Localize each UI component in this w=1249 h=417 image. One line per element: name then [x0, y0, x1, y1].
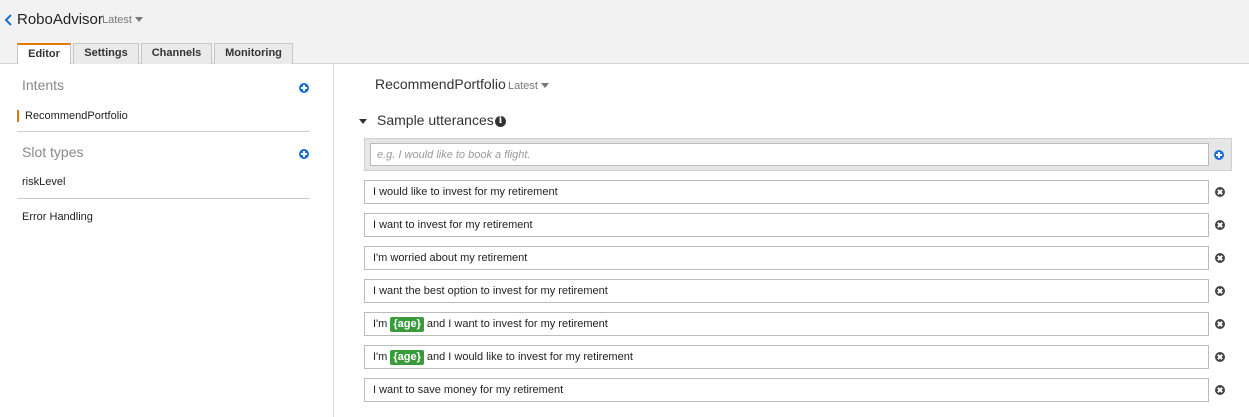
- sample-utterances-heading: Sample utterances: [377, 112, 494, 128]
- utterance-text: I want the best option to invest for my …: [373, 285, 608, 297]
- bot-version-label: Latest: [102, 14, 132, 26]
- remove-utterance-icon[interactable]: [1215, 286, 1225, 296]
- utterance-row[interactable]: I would like to invest for my retirement: [364, 180, 1209, 204]
- remove-utterance-icon[interactable]: [1215, 187, 1225, 197]
- sidebar-item-error-handling[interactable]: Error Handling: [22, 211, 93, 223]
- divider: [17, 131, 310, 132]
- utterance-row[interactable]: I'm {age} and I want to invest for my reti…: [364, 312, 1209, 336]
- intent-version-dropdown[interactable]: Latest: [508, 80, 549, 92]
- new-utterance-input[interactable]: [370, 143, 1209, 166]
- tab-settings[interactable]: Settings: [73, 43, 139, 64]
- utterance-row[interactable]: I'm {age} and I would like to invest for m…: [364, 345, 1209, 369]
- intents-heading: Intents: [22, 77, 65, 93]
- remove-utterance-icon[interactable]: [1215, 319, 1225, 329]
- remove-utterance-icon[interactable]: [1215, 385, 1225, 395]
- utterance-row[interactable]: I want to save money for my retirement: [364, 378, 1209, 402]
- caret-down-icon: [540, 83, 549, 88]
- utterance-text: I would like to invest for my retirement: [373, 186, 558, 198]
- utterance-text: I'm worried about my retirement: [373, 252, 528, 264]
- caret-down-icon: [134, 17, 143, 22]
- utterance-text: I want to invest for my retirement: [373, 219, 533, 231]
- add-intent-icon[interactable]: [299, 83, 309, 93]
- back-chevron-icon[interactable]: [4, 13, 14, 27]
- slot-tag-age[interactable]: {age}: [390, 317, 424, 332]
- sidebar-item-risklevel[interactable]: riskLevel: [22, 176, 65, 188]
- utterance-text: I want to save money for my retirement: [373, 384, 564, 396]
- tab-editor[interactable]: Editor: [17, 43, 71, 65]
- utterance-row[interactable]: I'm worried about my retirement: [364, 246, 1209, 270]
- top-bar: RoboAdvisor Latest Editor Settings Chann…: [0, 0, 1249, 65]
- collapse-triangle-icon[interactable]: [359, 119, 367, 124]
- add-utterance-icon[interactable]: [1214, 150, 1224, 160]
- utterance-row[interactable]: I want the best option to invest for my …: [364, 279, 1209, 303]
- info-icon[interactable]: i: [495, 116, 506, 127]
- add-slot-type-icon[interactable]: [299, 149, 309, 159]
- utterance-text: I'm: [373, 351, 388, 363]
- utterance-row[interactable]: I want to invest for my retirement: [364, 213, 1209, 237]
- bot-version-dropdown[interactable]: Latest: [102, 14, 143, 26]
- remove-utterance-icon[interactable]: [1215, 253, 1225, 263]
- intent-version-label: Latest: [508, 80, 538, 92]
- sidebar-item-recommendportfolio[interactable]: RecommendPortfolio: [17, 110, 128, 122]
- new-utterance-bar: [364, 138, 1232, 171]
- intent-title: RecommendPortfolio: [375, 76, 506, 92]
- slot-tag-age[interactable]: {age}: [390, 350, 424, 365]
- remove-utterance-icon[interactable]: [1215, 352, 1225, 362]
- remove-utterance-icon[interactable]: [1215, 220, 1225, 230]
- sidebar: Intents RecommendPortfolio Slot types ri…: [0, 64, 334, 417]
- divider: [17, 198, 310, 199]
- tab-monitoring[interactable]: Monitoring: [214, 43, 293, 64]
- utterance-text: and I want to invest for my retirement: [426, 318, 608, 330]
- app-title: RoboAdvisor: [17, 11, 103, 28]
- utterance-text: and I would like to invest for my retire…: [426, 351, 633, 363]
- utterance-text: I'm: [373, 318, 388, 330]
- tab-channels[interactable]: Channels: [141, 43, 212, 64]
- slot-types-heading: Slot types: [22, 144, 84, 160]
